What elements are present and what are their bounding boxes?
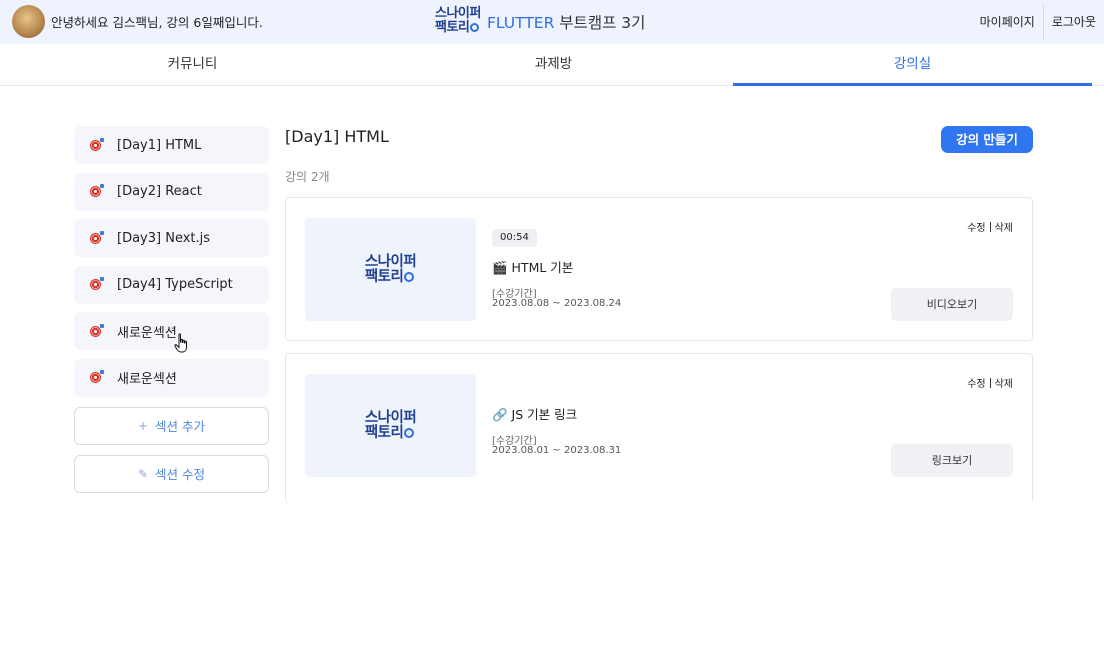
duration-badge: 00:54 — [492, 229, 537, 247]
pencil-icon: ✎ — [137, 466, 149, 481]
section-item[interactable]: 새로운섹션 — [74, 312, 269, 350]
view-link-button[interactable]: 링크보기 — [891, 444, 1013, 477]
target-icon — [90, 370, 104, 383]
logo-line1: 스나이퍼 — [435, 6, 481, 21]
section-item[interactable]: [Day2] React — [74, 172, 269, 211]
lecture-thumbnail: 스나이퍼 팩토리 — [305, 374, 476, 477]
lecture-card: 스나이퍼 팩토리 수정 삭제 00:54 🎬 HTML 기본 [수강기간] 202… — [285, 197, 1033, 341]
logo-line2: 팩토리 — [435, 20, 470, 35]
section-label: [Day3] Next.js — [117, 230, 211, 246]
section-label: 새로운섹션 — [117, 325, 177, 341]
section-item[interactable]: [Day4] TypeScript — [74, 265, 269, 304]
divider — [989, 222, 991, 232]
edit-section-button[interactable]: ✎ 섹션 수정 — [74, 454, 269, 493]
edit-section-label: 섹션 수정 — [155, 467, 206, 482]
section-label: [Day1] HTML — [117, 137, 202, 153]
target-icon — [90, 137, 104, 151]
section-sidebar: [Day1] HTML [Day2] React [Day3] Next.js … — [74, 126, 269, 493]
target-icon — [90, 323, 104, 337]
view-video-button[interactable]: 비디오보기 — [891, 288, 1013, 321]
target-icon — [90, 230, 104, 244]
lecture-count: 강의 2개 — [285, 170, 330, 184]
delete-link[interactable]: 삭제 — [995, 379, 1013, 390]
logout-link[interactable]: 로그아웃 — [1042, 4, 1104, 40]
lecture-card: 스나이퍼 팩토리 수정 삭제 🔗 JS 기본 링크 [수강기간] 2023.08.… — [285, 353, 1033, 503]
section-label: 새로운섹션 — [117, 372, 177, 387]
target-icon — [90, 277, 104, 290]
lecture-title: 🔗 JS 기본 링크 — [492, 407, 578, 422]
section-item[interactable]: 새로운섹션 — [74, 358, 269, 397]
edit-link[interactable]: 수정 — [967, 223, 985, 234]
period-dates: 2023.08.08 ~ 2023.08.24 — [492, 298, 622, 309]
period-dates: 2023.08.01 ~ 2023.08.31 — [492, 445, 622, 456]
thumb-logo-line1: 스나이퍼 — [364, 253, 417, 270]
delete-link[interactable]: 삭제 — [995, 223, 1013, 234]
logo-target-icon — [470, 23, 480, 32]
course-title: FLUTTER 부트캠프 3기 — [487, 11, 645, 33]
section-label: [Day2] React — [117, 184, 202, 199]
brand-logo[interactable]: 스나이퍼 팩토리 — [435, 7, 481, 39]
tab-classroom[interactable]: 강의실 — [733, 44, 1092, 86]
top-bar: 안녕하세요 김스팩님, 강의 6일째입니다. 스나이퍼 팩토리 FLUTTER … — [0, 0, 1104, 44]
plus-icon: + — [137, 418, 149, 433]
tab-community[interactable]: 커뮤니티 — [13, 44, 372, 86]
thumb-logo-line1: 스나이퍼 — [364, 409, 417, 426]
section-item[interactable]: [Day1] HTML — [74, 126, 269, 164]
add-section-button[interactable]: + 섹션 추가 — [74, 406, 269, 445]
course-title-rest: 부트캠프 3기 — [559, 14, 646, 32]
target-icon — [90, 184, 104, 197]
card-actions: 수정 삭제 — [967, 375, 1013, 390]
hand-cursor-icon — [174, 333, 187, 353]
create-lecture-button[interactable]: 강의 만들기 — [941, 126, 1033, 153]
card-actions: 수정 삭제 — [967, 219, 1013, 234]
lecture-title: 🎬 HTML 기본 — [492, 260, 574, 275]
section-item[interactable]: [Day3] Next.js — [74, 219, 269, 257]
logo-target-icon — [404, 427, 415, 438]
course-title-accent: FLUTTER — [487, 14, 555, 32]
section-label: [Day4] TypeScript — [117, 277, 233, 292]
section-title: [Day1] HTML — [285, 127, 389, 146]
logo-target-icon — [404, 271, 415, 282]
top-links: 마이페이지 로그아웃 — [972, 0, 1104, 44]
divider — [989, 378, 991, 388]
add-section-label: 섹션 추가 — [155, 419, 206, 434]
tab-assignments[interactable]: 과제방 — [374, 44, 733, 86]
mypage-link[interactable]: 마이페이지 — [972, 4, 1043, 40]
thumb-logo-line2: 팩토리 — [364, 424, 404, 441]
edit-link[interactable]: 수정 — [967, 379, 985, 390]
lecture-thumbnail: 스나이퍼 팩토리 — [305, 218, 476, 321]
main-tabs: 커뮤니티 과제방 강의실 — [0, 44, 1104, 86]
thumb-logo-line2: 팩토리 — [364, 268, 404, 285]
greeting-text: 안녕하세요 김스팩님, 강의 6일째입니다. — [51, 15, 263, 30]
avatar[interactable] — [12, 5, 45, 38]
